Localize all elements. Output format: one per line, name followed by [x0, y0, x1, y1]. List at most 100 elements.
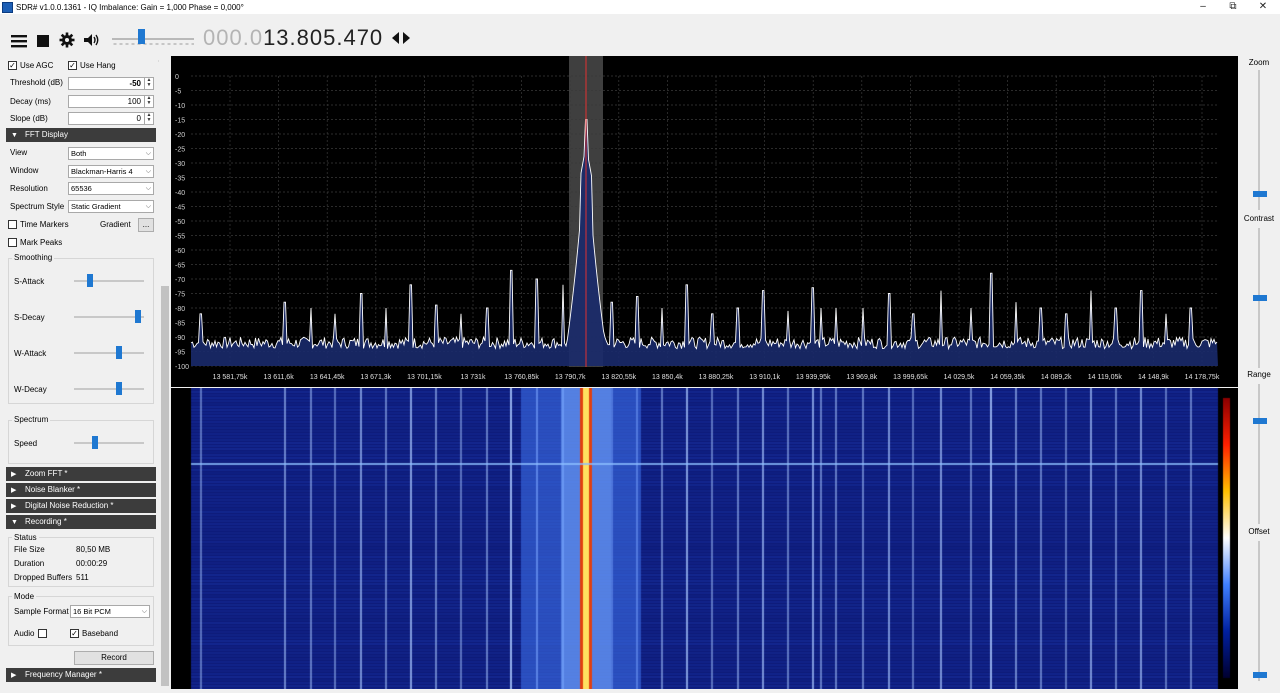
audio-checkbox[interactable] — [38, 629, 47, 638]
offset-slider[interactable] — [1258, 541, 1260, 681]
expand-icon: ▶ — [11, 487, 17, 494]
chevron-down-icon: ⌵ — [145, 168, 151, 175]
restore-button[interactable]: ⧉ — [1220, 0, 1246, 14]
offset-slider-thumb[interactable] — [1253, 672, 1267, 679]
use-hang-checkbox[interactable]: ✓ — [68, 61, 77, 70]
volume-slider[interactable] — [112, 38, 194, 40]
decay-input[interactable]: 100 ▲ ▼ — [68, 95, 154, 108]
y-tick-label: -50 — [175, 219, 185, 226]
x-tick-label: 14 148,9k — [1138, 374, 1169, 381]
waterfall-display[interactable] — [171, 388, 1238, 689]
zoom-slider[interactable] — [1258, 70, 1260, 210]
noise-blanker-header[interactable]: ▶ Noise Blanker * — [6, 483, 156, 497]
smoothing-title: Smoothing — [12, 253, 55, 262]
decay-spinner[interactable]: ▲ ▼ — [144, 96, 153, 107]
fft-display-header[interactable]: ▼ FFT Display — [6, 128, 156, 142]
speed-slider-thumb[interactable] — [91, 436, 98, 449]
y-tick-label: -65 — [175, 263, 185, 270]
frequency-leading-digits[interactable]: 000.0 — [203, 25, 263, 50]
range-slider[interactable] — [1258, 384, 1260, 524]
scrollbar-thumb[interactable] — [161, 286, 169, 686]
mode-title: Mode — [12, 592, 37, 601]
s-decay-slider-thumb[interactable] — [134, 310, 141, 323]
recording-mode-group — [8, 596, 154, 646]
gear-icon[interactable] — [58, 31, 76, 49]
recording-title: Recording * — [25, 517, 67, 526]
s-attack-slider-thumb[interactable] — [86, 274, 93, 287]
sample-format-label: Sample Format — [14, 607, 69, 616]
speed-slider[interactable] — [74, 442, 144, 444]
window-select[interactable]: Blackman-Harris 4 ⌵ — [68, 165, 154, 178]
w-decay-slider-thumb[interactable] — [115, 382, 122, 395]
x-tick-label: 13 820,55k — [601, 374, 636, 381]
gradient-label: Gradient — [100, 220, 131, 229]
dnr-header[interactable]: ▶ Digital Noise Reduction * — [6, 499, 156, 513]
s-decay-slider[interactable] — [74, 316, 144, 318]
spectrum-plot[interactable]: 0 -5 -10 -15 -20 -25 -30 -35 -40 -45 -50 -55 -60 -65 -… — [171, 56, 1238, 387]
recording-header[interactable]: ▼ Recording * — [6, 515, 156, 529]
y-tick-label: -15 — [175, 118, 185, 125]
use-agc-checkbox[interactable]: ✓ — [8, 61, 17, 70]
noise-blanker-title: Noise Blanker * — [25, 485, 81, 494]
x-tick-label: 14 029,5k — [944, 374, 975, 381]
window-value: Blackman-Harris 4 — [71, 167, 133, 176]
dropped-buffers-label: Dropped Buffers — [14, 573, 73, 582]
w-attack-slider[interactable] — [74, 352, 144, 354]
s-attack-slider[interactable] — [74, 280, 144, 282]
sidebar-scrollbar[interactable] — [159, 56, 171, 689]
threshold-label: Threshold (dB) — [10, 78, 63, 87]
waterfall-canvas[interactable] — [171, 388, 1238, 689]
view-value: Both — [71, 149, 87, 158]
zoom-slider-thumb[interactable] — [1253, 190, 1267, 197]
hamburger-icon[interactable] — [10, 32, 28, 50]
x-tick-label: 13 611,6k — [263, 374, 294, 381]
use-agc-label: Use AGC — [20, 61, 54, 70]
baseband-checkbox[interactable]: ✓ — [70, 629, 79, 638]
spectrum-style-label: Spectrum Style — [10, 202, 65, 211]
stop-icon[interactable] — [36, 32, 50, 50]
speaker-icon[interactable] — [82, 31, 102, 49]
threshold-input[interactable]: -50 ▲ ▼ — [68, 77, 154, 90]
y-tick-label: 0 — [175, 74, 179, 81]
mark-peaks-checkbox[interactable] — [8, 238, 17, 247]
slope-spinner[interactable]: ▲ ▼ — [144, 113, 153, 124]
frequency-digits[interactable]: 13.805.470 — [263, 25, 383, 50]
volume-slider-thumb[interactable] — [138, 29, 145, 44]
chevron-down-icon: ⌵ — [145, 185, 151, 192]
x-tick-label: 13 969,8k — [846, 374, 877, 381]
decay-label: Decay (ms) — [10, 97, 51, 106]
sample-format-select[interactable]: 16 Bit PCM ⌵ — [70, 605, 150, 618]
w-attack-slider-thumb[interactable] — [115, 346, 122, 359]
spectrum-style-select[interactable]: Static Gradient ⌵ — [68, 200, 154, 213]
left-right-arrows-icon[interactable] — [392, 31, 410, 47]
y-tick-label: -10 — [175, 103, 185, 110]
range-slider-thumb[interactable] — [1253, 417, 1267, 424]
record-button[interactable]: Record — [74, 651, 154, 665]
frequency-display[interactable]: 000.013.805.470 — [203, 25, 383, 51]
spectrum-analyzer[interactable]: 0 -5 -10 -15 -20 -25 -30 -35 -40 -45 -50 -55 -60 -65 -… — [171, 56, 1238, 387]
w-decay-slider[interactable] — [74, 388, 144, 390]
volume-ticks-top — [112, 43, 194, 45]
slope-input[interactable]: 0 ▲ ▼ — [68, 112, 154, 125]
zoom-fft-header[interactable]: ▶ Zoom FFT * — [6, 467, 156, 481]
toolbar — [0, 14, 1280, 62]
zoom-label: Zoom — [1248, 58, 1270, 67]
x-tick-label: 13 731k — [461, 374, 486, 381]
contrast-slider-thumb[interactable] — [1253, 295, 1267, 301]
y-tick-label: -60 — [175, 248, 185, 255]
status-title: Status — [12, 533, 39, 542]
view-select[interactable]: Both ⌵ — [68, 147, 154, 160]
chevron-down-icon: ⌵ — [141, 608, 147, 615]
time-markers-checkbox[interactable] — [8, 220, 17, 229]
x-tick-label: 14 089,2k — [1041, 374, 1072, 381]
close-button[interactable]: ✕ — [1250, 0, 1276, 14]
minimize-button[interactable]: – — [1190, 0, 1216, 14]
y-tick-label: -35 — [175, 176, 185, 183]
gradient-button[interactable]: ... — [138, 218, 154, 232]
frequency-manager-header[interactable]: ▶ Frequency Manager * — [6, 668, 156, 682]
threshold-spinner[interactable]: ▲ ▼ — [144, 78, 153, 89]
y-tick-label: -5 — [175, 89, 181, 96]
spectrum-fill — [191, 119, 1218, 366]
x-tick-label: 13 581,75k — [213, 374, 248, 381]
resolution-select[interactable]: 65536 ⌵ — [68, 182, 154, 195]
